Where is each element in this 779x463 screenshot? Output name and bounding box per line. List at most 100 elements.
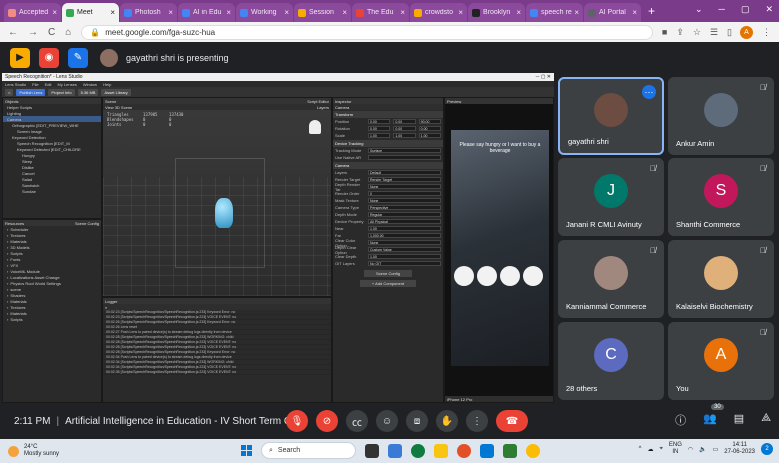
- inspector-field-value[interactable]: 1.00: [368, 254, 441, 259]
- wifi-icon[interactable]: ◠: [688, 446, 693, 453]
- inspector-field-value[interactable]: No OIT: [368, 261, 441, 266]
- inspector-field-value[interactable]: None: [368, 240, 441, 245]
- bookmark-star-icon[interactable]: ☆: [693, 27, 701, 38]
- inspector-field-value[interactable]: 0: [368, 191, 441, 196]
- script-editor-tab[interactable]: Script Editor: [307, 99, 329, 104]
- lens-studio-menu-item[interactable]: Window: [83, 82, 97, 87]
- teams-icon[interactable]: [388, 443, 402, 458]
- browser-tab[interactable]: crowdsto ×: [410, 3, 467, 22]
- inspector-field-value[interactable]: 0.00: [368, 126, 391, 131]
- browser-tab[interactable]: Working ×: [236, 3, 293, 22]
- tray-chevron-icon[interactable]: ^: [639, 446, 642, 452]
- chrome-menu-icon[interactable]: ⋮: [762, 27, 771, 38]
- file-explorer-icon[interactable]: [434, 443, 448, 458]
- location-icon[interactable]: ⌖: [659, 446, 662, 453]
- tile-options-icon[interactable]: ⋯: [642, 85, 656, 99]
- participant-tile[interactable]: C 28 others: [558, 322, 664, 400]
- app-icon[interactable]: [503, 443, 517, 458]
- close-window-icon[interactable]: ✕: [765, 4, 773, 15]
- browser-tab[interactable]: Accepted ×: [4, 3, 61, 22]
- lens-studio-menu-item[interactable]: File: [32, 82, 38, 87]
- participant-tile[interactable]: Kalaiselvi Biochemistry 🎙̸: [668, 240, 774, 318]
- inspector-field-value[interactable]: Regular: [368, 212, 441, 217]
- project-info-button[interactable]: Project Info: [48, 88, 75, 96]
- chrome-icon[interactable]: [457, 443, 471, 458]
- extensions-icon[interactable]: ☰: [710, 27, 718, 38]
- participant-tile[interactable]: Ankur Amin 🎙̸: [668, 77, 774, 155]
- lens-studio-menu-item[interactable]: My Lenses: [58, 82, 77, 87]
- home-icon[interactable]: ⌂: [65, 27, 71, 38]
- store-icon[interactable]: [480, 443, 494, 458]
- cloud-icon[interactable]: ☁: [647, 446, 653, 453]
- lens-studio-menu-item[interactable]: Edit: [45, 82, 52, 87]
- camera-off-button[interactable]: ⊘: [316, 410, 338, 432]
- tab-close-icon[interactable]: ×: [574, 8, 579, 17]
- lens-studio-home-icon[interactable]: ⌂: [5, 88, 14, 96]
- notifications-badge[interactable]: 2: [761, 443, 773, 455]
- scene-config-tab[interactable]: Scene Config: [75, 221, 99, 226]
- chrome-canary-icon[interactable]: [526, 443, 540, 458]
- minimize-icon[interactable]: ─: [719, 4, 725, 15]
- edge-icon[interactable]: [411, 443, 425, 458]
- browser-tab[interactable]: Meet ×: [62, 3, 119, 22]
- tab-close-icon[interactable]: ×: [226, 8, 231, 17]
- preview-device-label[interactable]: iPhone 12 Pro: [447, 397, 472, 402]
- object-row[interactable]: Sundae: [3, 188, 101, 194]
- inspector-field-value[interactable]: None: [368, 184, 441, 189]
- view-3d-scene-tab[interactable]: View 3D Scene: [105, 105, 132, 110]
- tab-close-icon[interactable]: ×: [632, 8, 637, 17]
- browser-tab[interactable]: Photosh ×: [120, 3, 177, 22]
- participant-tile[interactable]: A You 🎙̸: [668, 322, 774, 400]
- share-icon[interactable]: ⇪: [676, 27, 684, 38]
- inspector-field-value[interactable]: Default: [368, 170, 441, 175]
- new-tab-button[interactable]: +: [648, 4, 655, 18]
- inspector-field-value[interactable]: 90.00: [418, 119, 441, 124]
- tab-close-icon[interactable]: ×: [516, 8, 521, 17]
- mic-off-button[interactable]: 🎙: [286, 410, 308, 432]
- participant-tile[interactable]: gayathri shri ⋯: [558, 77, 664, 155]
- layers-dropdown[interactable]: Layers: [317, 105, 329, 110]
- inspector-field-value[interactable]: Perspective: [368, 205, 441, 210]
- inspector-field-value[interactable]: Render Target: [368, 177, 441, 182]
- participant-tile[interactable]: S Shanthi Commerce 🎙̸: [668, 158, 774, 236]
- captions-button[interactable]: ㏄: [346, 410, 368, 432]
- activity-icon[interactable]: ✎: [68, 47, 88, 68]
- inspector-field-value[interactable]: None: [368, 198, 441, 203]
- camera-section-header[interactable]: Camera: [333, 162, 443, 169]
- inspector-field-value[interactable]: 0.00: [368, 119, 391, 124]
- back-icon[interactable]: ←: [8, 27, 18, 38]
- tab-search-icon[interactable]: ⌄: [695, 4, 703, 15]
- scene-view-panel[interactable]: Scene Script Editor View 3D Scene Layers…: [102, 97, 332, 297]
- present-button[interactable]: ⧈: [406, 410, 428, 432]
- inspector-field-value[interactable]: 1.00: [368, 133, 391, 138]
- tab-close-icon[interactable]: ×: [342, 8, 347, 17]
- taskbar-search-input[interactable]: ⌕ Search: [261, 442, 356, 459]
- tab-close-icon[interactable]: ×: [52, 8, 57, 17]
- inspector-field-value[interactable]: 1,000.00: [368, 233, 441, 238]
- asset-library-button[interactable]: Asset Library: [101, 88, 131, 96]
- people-icon[interactable]: 👥 30: [703, 404, 724, 428]
- browser-tab[interactable]: speech re ×: [526, 3, 583, 22]
- language-indicator[interactable]: ENG IN: [669, 442, 682, 456]
- browser-tab[interactable]: Session ×: [294, 3, 351, 22]
- inspector-field-value[interactable]: 1.00: [418, 133, 441, 138]
- volume-icon[interactable]: 🔈: [699, 446, 706, 453]
- windows-start-icon[interactable]: [241, 445, 252, 456]
- inspector-field-value[interactable]: 0.00: [393, 126, 416, 131]
- preview-phone-screen[interactable]: Please say hungry or I want to buy a bev…: [451, 130, 549, 366]
- tab-close-icon[interactable]: ×: [110, 8, 115, 17]
- tab-close-icon[interactable]: ×: [284, 8, 289, 17]
- reload-icon[interactable]: C: [48, 27, 55, 38]
- lens-studio-menu-item[interactable]: Help: [103, 82, 111, 87]
- info-icon[interactable]: ⓘ: [675, 412, 686, 428]
- browser-tab[interactable]: The Edu ×: [352, 3, 409, 22]
- participant-tile[interactable]: Kanniammal Commerce 🎙̸: [558, 240, 664, 318]
- browser-tab[interactable]: AI Portal ×: [584, 3, 641, 22]
- activities-icon[interactable]: ⟁: [761, 412, 771, 428]
- participant-tile[interactable]: J Janani R CMLI Avinuty 🎙̸: [558, 158, 664, 236]
- inspector-field-value[interactable]: 0.00: [393, 119, 416, 124]
- tab-close-icon[interactable]: ×: [458, 8, 463, 17]
- inspector-field-value[interactable]: 1.00: [393, 133, 416, 138]
- publish-lens-button[interactable]: Publish Lens: [16, 88, 46, 96]
- sidepanel-icon[interactable]: ▯: [727, 27, 732, 38]
